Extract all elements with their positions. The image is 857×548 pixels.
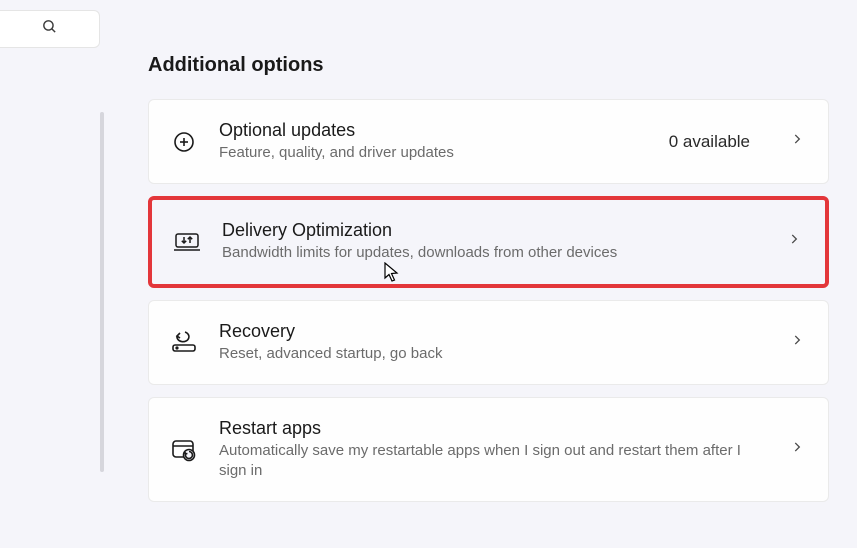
chevron-right-icon [790, 333, 804, 352]
section-title: Additional options [148, 54, 829, 77]
card-desc: Bandwidth limits for updates, downloads … [222, 243, 765, 263]
card-text: Recovery Reset, advanced startup, go bac… [219, 321, 768, 364]
option-recovery[interactable]: Recovery Reset, advanced startup, go bac… [148, 300, 829, 385]
option-optional-updates[interactable]: Optional updates Feature, quality, and d… [148, 99, 829, 184]
download-device-icon [174, 229, 200, 255]
card-title: Delivery Optimization [222, 220, 765, 241]
card-text: Restart apps Automatically save my resta… [219, 418, 768, 482]
chevron-right-icon [790, 132, 804, 151]
recovery-icon [171, 329, 197, 355]
card-desc: Feature, quality, and driver updates [219, 143, 647, 163]
card-title: Restart apps [219, 418, 768, 439]
restart-apps-icon [171, 437, 197, 463]
chevron-right-icon [790, 440, 804, 459]
card-desc: Reset, advanced startup, go back [219, 344, 768, 364]
content-area: Additional options Optional updates Feat… [148, 54, 829, 514]
card-desc: Automatically save my restartable apps w… [219, 441, 768, 482]
card-meta: 0 available [669, 132, 750, 152]
card-title: Optional updates [219, 120, 647, 141]
card-text: Optional updates Feature, quality, and d… [219, 120, 647, 163]
card-text: Delivery Optimization Bandwidth limits f… [222, 220, 765, 263]
card-title: Recovery [219, 321, 768, 342]
plus-circle-icon [171, 129, 197, 155]
option-delivery-optimization[interactable]: Delivery Optimization Bandwidth limits f… [148, 196, 829, 287]
search-box[interactable] [0, 10, 100, 48]
search-icon [41, 18, 58, 40]
option-restart-apps[interactable]: Restart apps Automatically save my resta… [148, 397, 829, 503]
sidebar-scroll-track [100, 112, 104, 472]
chevron-right-icon [787, 232, 801, 251]
